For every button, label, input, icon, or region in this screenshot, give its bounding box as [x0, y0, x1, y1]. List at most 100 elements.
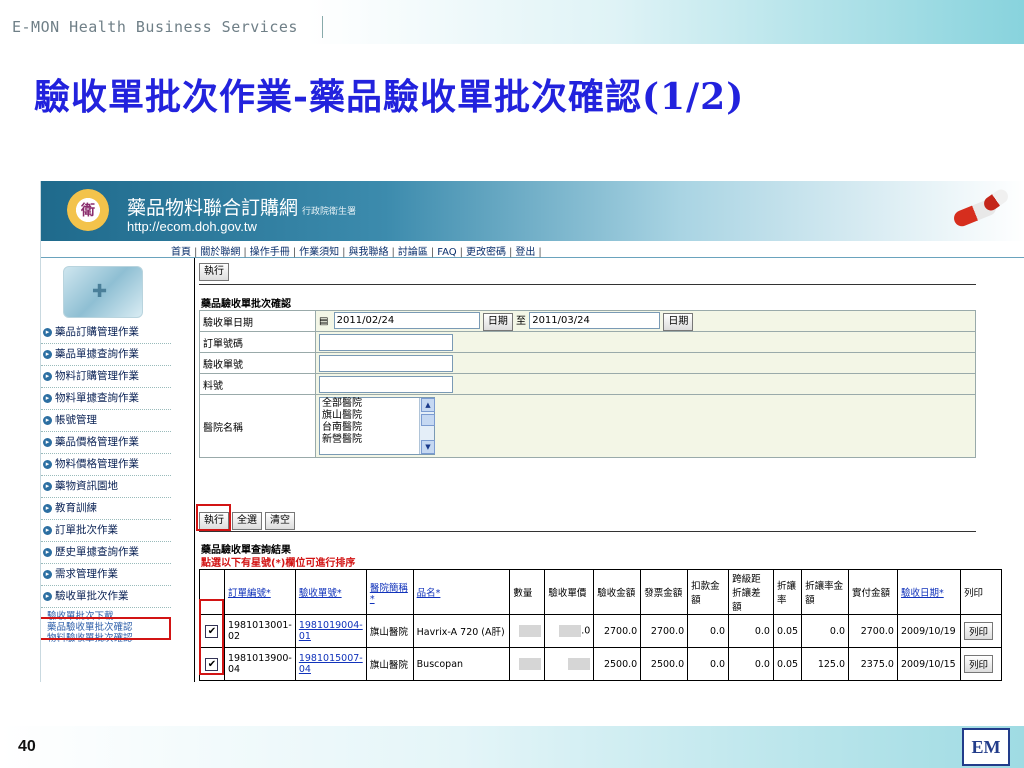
arrow-bullet-icon: ▸	[43, 481, 52, 491]
scroll-up-icon[interactable]: ▲	[421, 398, 435, 412]
sidebar-item-label: 訂單批次作業	[55, 524, 118, 536]
header-date[interactable]: 驗收日期*	[896, 569, 961, 615]
pills-icon	[947, 186, 1017, 233]
sidebar-item-label: 藥品單據查詢作業	[55, 348, 139, 360]
receipt-label: 驗收單號	[199, 352, 316, 374]
site-subtitle: 行政院衛生署	[302, 207, 357, 217]
sidebar-item-history[interactable]: ▸ 歷史單據查詢作業	[41, 542, 171, 564]
cell-print: 列印	[959, 614, 1003, 648]
listbox-option[interactable]: 新營醫院	[320, 434, 434, 446]
sidebar-item-drug-price[interactable]: ▸ 藥品價格管理作業	[41, 432, 171, 454]
arrow-bullet-icon: ▸	[43, 415, 52, 425]
arrow-bullet-icon: ▸	[43, 371, 52, 381]
calendar-icon[interactable]: ▤	[319, 316, 328, 327]
header-receipt-number[interactable]: 驗收單號*	[294, 569, 367, 615]
sidebar-item-label: 歷史單據查詢作業	[55, 546, 139, 558]
table-row: ✔ 1981013001-02 1981019004-01 旗山醫院 Havri…	[199, 614, 1003, 648]
item-number-input[interactable]	[319, 375, 453, 393]
nav-separator: |	[391, 247, 395, 258]
sidebar-item-training[interactable]: ▸ 教育訓練	[41, 498, 171, 520]
sidebar-item-drug-documents[interactable]: ▸ 藥品單據查詢作業	[41, 344, 171, 366]
nav-about[interactable]: 關於聯網	[200, 247, 240, 258]
form-row-date: 驗收單日期 ▤ 2011/02/24 日期 至 2011/03/24 日期	[199, 310, 976, 332]
scroll-down-icon[interactable]: ▼	[421, 440, 435, 454]
cell-receipt: 1981019004-01	[294, 614, 367, 648]
sidebar-item-demand[interactable]: ▸ 需求管理作業	[41, 564, 171, 586]
results-table: 訂單編號* 驗收單號* 醫院簡稱* 品名* 數量 驗收單價 驗收金額 發票金額 …	[199, 569, 1003, 681]
date-to-input[interactable]: 2011/03/24	[529, 312, 661, 329]
redacted-value	[519, 625, 542, 637]
nav-forum[interactable]: 討論區	[398, 247, 428, 258]
sidebar-item-order-batch[interactable]: ▸ 訂單批次作業	[41, 520, 171, 542]
sort-link[interactable]: 訂單編號*	[228, 588, 271, 599]
results-header-row: 訂單編號* 驗收單號* 醫院簡稱* 品名* 數量 驗收單價 驗收金額 發票金額 …	[199, 569, 1003, 615]
date-from-input[interactable]: 2011/02/24	[333, 312, 480, 329]
divider	[199, 284, 976, 285]
date-to-button[interactable]: 日期	[663, 312, 694, 331]
receipt-link[interactable]: 1981015007-04	[299, 653, 363, 675]
sidebar-item-drug-info[interactable]: ▸ 藥物資訊園地	[41, 476, 171, 498]
cell-order: 1981013900-04	[223, 647, 296, 681]
sidebar-item-account[interactable]: ▸ 帳號管理	[41, 410, 171, 432]
cell-amount: 2700.0	[593, 614, 642, 648]
sort-link[interactable]: 品名*	[417, 588, 441, 599]
site-name: 藥品物料聯合訂購網 行政院衛生署	[127, 193, 356, 220]
sidebar-photo: ✚	[63, 266, 143, 318]
nav-faq[interactable]: FAQ	[437, 247, 456, 258]
nav-notice[interactable]: 作業須知	[299, 247, 339, 258]
sort-link[interactable]: 驗收日期*	[901, 588, 944, 599]
nav-contact[interactable]: 與我聯絡	[349, 247, 389, 258]
arrow-bullet-icon: ▸	[43, 349, 52, 359]
scroll-thumb[interactable]	[421, 414, 435, 426]
nav-manual[interactable]: 操作手冊	[250, 247, 290, 258]
brand-divider	[322, 16, 323, 38]
hospital-listbox[interactable]: 全部醫院 旗山醫院 台南醫院 新營醫院 ▲ ▼	[319, 397, 435, 455]
order-number-input[interactable]	[319, 333, 453, 351]
sidebar-item-label: 需求管理作業	[55, 568, 118, 580]
sidebar-item-material-price[interactable]: ▸ 物料價格管理作業	[41, 454, 171, 476]
cell-diff: 0.0	[728, 614, 774, 648]
header-order-number[interactable]: 訂單編號*	[223, 569, 296, 615]
form-title: 藥品驗收單批次確認	[201, 299, 291, 310]
print-button[interactable]: 列印	[963, 655, 993, 673]
nav-home[interactable]: 首頁	[171, 247, 191, 258]
print-button[interactable]: 列印	[963, 622, 993, 640]
sidebar-item-label: 物料單據查詢作業	[55, 392, 139, 404]
listbox-option[interactable]: 台南醫院	[320, 422, 434, 434]
action-buttons: 執行 全選 清空	[196, 504, 298, 531]
sort-link[interactable]: 醫院簡稱*	[370, 583, 408, 605]
date-from-button[interactable]: 日期	[482, 312, 513, 331]
nav-logout[interactable]: 登出	[515, 247, 535, 258]
cell-unit-price: .0	[544, 614, 595, 648]
run-button-top[interactable]: 執行	[199, 263, 229, 281]
sidebar-item-drug-order[interactable]: ▸ 藥品訂購管理作業	[41, 322, 171, 344]
select-all-button[interactable]: 全選	[232, 512, 262, 530]
clear-button[interactable]: 清空	[265, 512, 295, 530]
sidebar-item-material-documents[interactable]: ▸ 物料單據查詢作業	[41, 388, 171, 410]
header-product[interactable]: 品名*	[412, 569, 511, 615]
cell-print: 列印	[959, 647, 1003, 681]
arrow-bullet-icon: ▸	[43, 393, 52, 403]
receipt-batch-submenu: 驗收單批次下載 藥品驗收單批次確認 物料驗收單批次確認	[41, 608, 171, 644]
divider	[199, 531, 976, 532]
listbox-option[interactable]: 全部醫院	[320, 398, 434, 410]
nav-separator: |	[243, 247, 247, 258]
nav-separator: |	[459, 247, 463, 258]
nav-separator: |	[342, 247, 346, 258]
header-print: 列印	[959, 569, 1003, 615]
receipt-number-input[interactable]	[319, 354, 453, 372]
redacted-value	[559, 625, 582, 637]
photo-icon: ✚	[92, 281, 108, 302]
nav-separator: |	[292, 247, 297, 258]
sidebar-item-label: 物料價格管理作業	[55, 458, 139, 470]
listbox-scrollbar[interactable]: ▲ ▼	[419, 398, 435, 454]
header-hospital[interactable]: 醫院簡稱*	[365, 569, 414, 615]
nav-change-password[interactable]: 更改密碼	[466, 247, 506, 258]
sidebar-item-receipt-batch[interactable]: ▸ 驗收單批次作業	[41, 586, 171, 608]
receipt-cell	[315, 352, 976, 374]
sort-link[interactable]: 驗收單號*	[299, 588, 342, 599]
website-screenshot: 衛 藥品物料聯合訂購網 行政院衛生署 http://ecom.doh.gov.tw…	[40, 181, 1024, 682]
listbox-option[interactable]: 旗山醫院	[320, 410, 434, 422]
receipt-link[interactable]: 1981019004-01	[299, 620, 363, 642]
sidebar-item-material-order[interactable]: ▸ 物料訂購管理作業	[41, 366, 171, 388]
